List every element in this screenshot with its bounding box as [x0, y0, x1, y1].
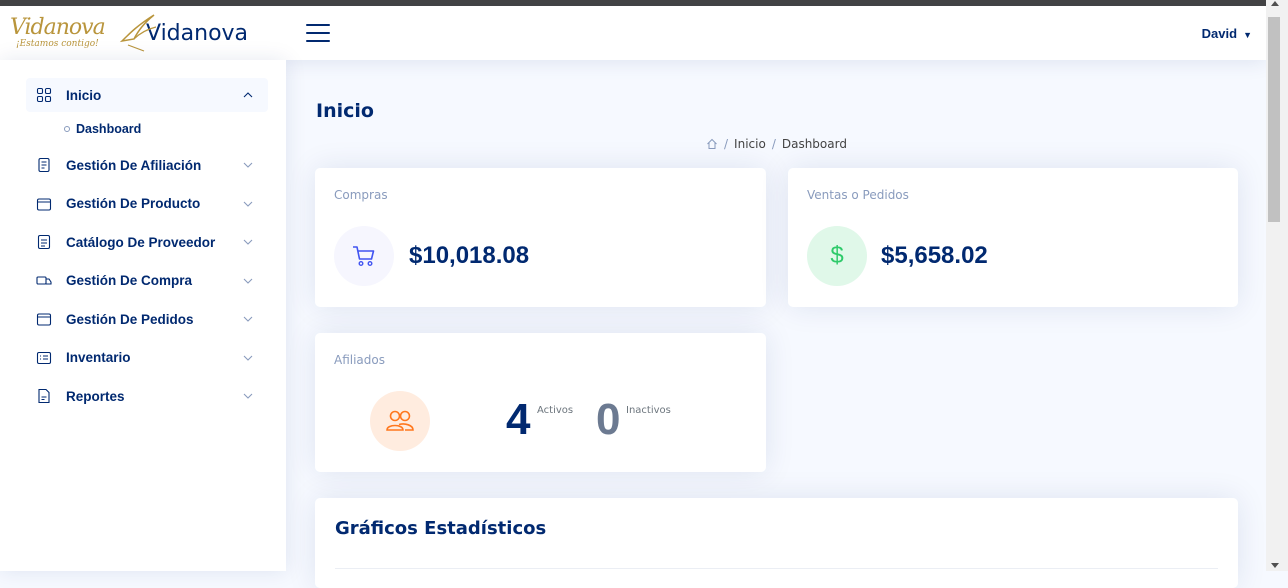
card-label: Ventas o Pedidos: [807, 188, 909, 202]
file-text-icon: [37, 235, 51, 250]
ventas-amount: $5,658.02: [881, 242, 988, 269]
box-icon: [36, 313, 52, 326]
truck-icon: [36, 276, 52, 285]
hamburger-line: [306, 24, 330, 26]
scroll-up-arrow-icon[interactable]: [1271, 1, 1279, 6]
cart-icon: [353, 246, 375, 267]
sidebar-item-label: Inicio: [66, 87, 102, 103]
user-name: David: [1201, 26, 1238, 41]
chevron-down-icon: [243, 162, 253, 169]
brand-name: Vidanova: [146, 20, 249, 46]
sidebar-item-catalogo-proveedor[interactable]: Catálogo De Proveedor: [26, 223, 268, 262]
chevron-down-icon: [243, 239, 253, 246]
toggle-sidebar-button[interactable]: [306, 24, 330, 42]
sidebar-item-reportes[interactable]: Reportes: [26, 377, 268, 416]
vidanova-logo: Vidanova ¡Estamos contigo!: [8, 11, 158, 55]
sidebar-subitem-label: Dashboard: [76, 122, 142, 136]
box-icon: [36, 198, 52, 211]
chevron-down-icon: [243, 393, 253, 400]
graficos-card: Gráficos Estadísticos: [315, 498, 1238, 588]
sidebar-item-gestion-afiliacion[interactable]: Gestión De Afiliación: [26, 146, 268, 185]
card-label: Compras: [334, 188, 388, 202]
logo-tagline: ¡Estamos contigo!: [16, 39, 99, 49]
afiliados-card: Afiliados 4 Activos 0 Inactivos: [315, 333, 766, 472]
compras-card: Compras $10,018.08: [315, 168, 766, 307]
chevron-down-icon: [243, 278, 253, 284]
sidebar-item-label: Gestión De Producto: [66, 196, 201, 212]
cart-icon-circle: [334, 226, 394, 286]
hummingbird-icon: [119, 14, 157, 52]
hamburger-line: [306, 40, 330, 42]
activos-label: Activos: [537, 405, 574, 416]
sidebar-item-gestion-pedidos[interactable]: Gestión De Pedidos: [26, 300, 268, 339]
sidebar-item-label: Inventario: [66, 350, 131, 366]
scrollbar-thumb[interactable]: [1268, 17, 1280, 222]
stats-title: Gráficos Estadísticos: [335, 518, 547, 539]
sidebar-item-gestion-compra[interactable]: Gestión De Compra: [26, 262, 268, 301]
divider: [335, 568, 1218, 569]
dollar-icon: $: [830, 242, 844, 269]
sidebar-item-label: Catálogo De Proveedor: [66, 234, 216, 250]
circle-icon: [64, 126, 70, 132]
card-label: Afiliados: [334, 353, 385, 367]
activos-count: 4: [506, 395, 531, 444]
breadcrumb-inicio[interactable]: Inicio: [734, 137, 766, 151]
chevron-down-icon: [243, 355, 253, 361]
house-icon[interactable]: [706, 138, 718, 150]
breadcrumb-dashboard: Dashboard: [781, 137, 847, 151]
chevron-up-icon: [243, 92, 253, 98]
people-icon-circle: [370, 391, 430, 451]
page-title: Inicio: [316, 100, 374, 122]
file-icon: [38, 389, 50, 404]
breadcrumb: / Inicio / Dashboard: [706, 137, 847, 151]
people-icon: [386, 410, 414, 431]
hamburger-line: [306, 32, 330, 34]
grid-icon: [36, 87, 52, 103]
logo-script-text: Vidanova: [10, 15, 106, 40]
chevron-down-icon: [243, 201, 253, 207]
user-menu-dropdown[interactable]: David ▼: [1202, 26, 1252, 41]
sidebar-item-inicio[interactable]: Inicio: [26, 78, 268, 112]
sidebar-item-label: Reportes: [66, 388, 125, 404]
breadcrumb-separator: /: [771, 137, 776, 151]
sidebar-item-inventario[interactable]: Inventario: [26, 339, 268, 378]
sidebar-subitem-dashboard[interactable]: Dashboard: [26, 112, 268, 146]
sidebar-item-label: Gestión De Afiliación: [66, 157, 202, 173]
breadcrumb-separator: /: [724, 137, 729, 151]
list-icon: [36, 351, 52, 364]
chevron-down-icon: [243, 316, 253, 323]
scroll-down-arrow-icon[interactable]: [1271, 563, 1279, 568]
main-content: Inicio / Inicio / Dashboard Compras $10,…: [286, 60, 1266, 588]
sidebar: Inicio Dashboard Gestión De Afiliación G…: [0, 60, 286, 571]
sidebar-item-gestion-producto[interactable]: Gestión De Producto: [26, 185, 268, 224]
top-header: Vidanova ¡Estamos contigo! Vidanova Davi…: [0, 6, 1266, 60]
dollar-icon-circle: $: [807, 226, 867, 286]
logo-link[interactable]: Vidanova ¡Estamos contigo! Vidanova: [0, 11, 282, 55]
ventas-card: Ventas o Pedidos $ $5,658.02: [788, 168, 1238, 307]
compras-amount: $10,018.08: [409, 242, 530, 269]
inactivos-count: 0: [596, 395, 621, 444]
sidebar-item-label: Gestión De Pedidos: [66, 311, 194, 327]
caret-down-icon: ▼: [1243, 30, 1252, 40]
journal-text-icon: [38, 158, 50, 173]
sidebar-item-label: Gestión De Compra: [66, 273, 193, 289]
inactivos-label: Inactivos: [626, 405, 671, 416]
